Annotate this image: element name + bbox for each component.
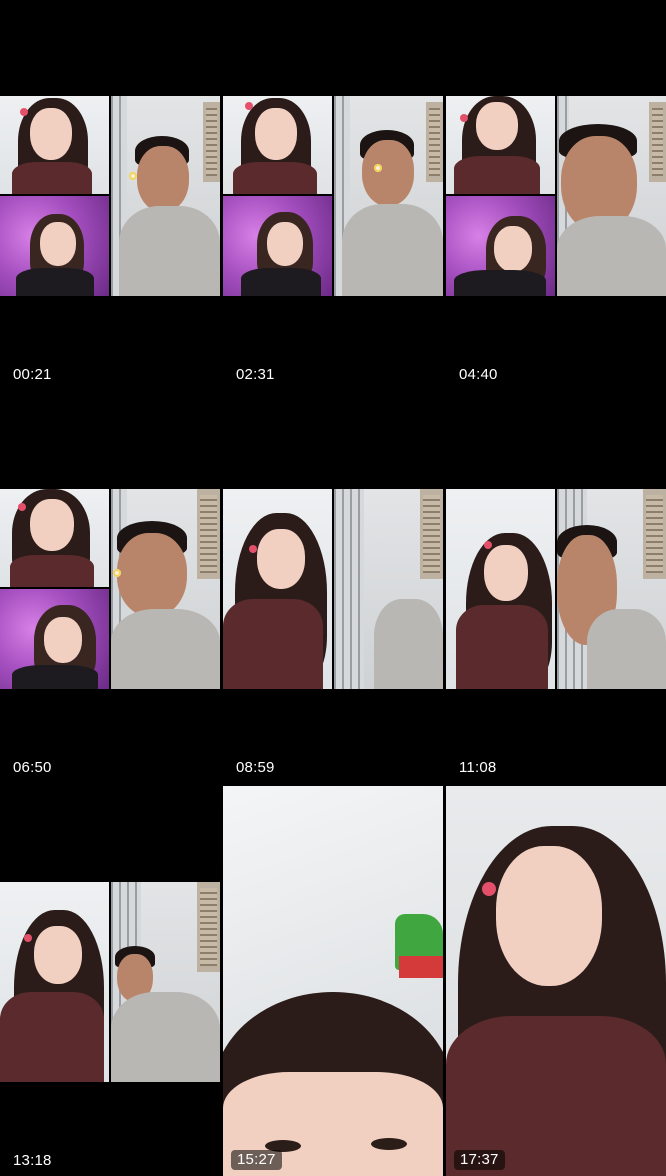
thumbnail-timestamp: 04:40 <box>459 366 498 383</box>
video-tile-girl <box>446 96 555 194</box>
flower-icon <box>113 569 121 577</box>
thumbnail-7[interactable]: 13:18 <box>0 786 220 1176</box>
flower-icon <box>24 934 32 942</box>
video-tile-girl <box>0 96 109 194</box>
red-box <box>399 956 443 978</box>
video-tile-girl <box>0 489 109 587</box>
thumbnail-4[interactable]: 06:50 <box>0 393 220 783</box>
thumbnail-timestamp: 15:27 <box>231 1150 282 1170</box>
video-tile-boy <box>334 96 443 296</box>
video-frame-grid: 00:21 02:31 04:40 06:50 08:59 11:08 13:1… <box>0 0 666 1176</box>
thumbnail-timestamp: 17:37 <box>454 1150 505 1170</box>
thumbnail-5[interactable]: 08:59 <box>223 393 443 783</box>
video-tile-girl-purple <box>446 196 555 296</box>
right-eye <box>371 1138 407 1150</box>
video-tile-girl <box>223 489 332 689</box>
thumbnail-timestamp: 02:31 <box>236 366 275 383</box>
thumbnail-3[interactable]: 04:40 <box>446 0 666 390</box>
video-tile-girl <box>446 489 555 689</box>
video-tile-girl-purple <box>223 196 332 296</box>
thumbnail-1[interactable]: 00:21 <box>0 0 220 390</box>
video-tile-boy <box>111 96 220 296</box>
flower-icon <box>460 114 468 122</box>
video-tile-boy <box>334 489 443 689</box>
rose-icon <box>482 882 496 896</box>
video-tile-boy <box>111 489 220 689</box>
thumbnail-2[interactable]: 02:31 <box>223 0 443 390</box>
thumbnail-9[interactable]: 17:37 <box>446 786 666 1176</box>
flower-icon <box>484 541 492 549</box>
flower-icon <box>129 172 137 180</box>
flower-icon <box>374 164 382 172</box>
flower-icon <box>20 108 28 116</box>
video-tile-girl <box>223 96 332 194</box>
thumbnail-timestamp: 13:18 <box>13 1152 52 1169</box>
thumbnail-timestamp: 11:08 <box>459 759 497 776</box>
flower-icon <box>245 102 253 110</box>
flower-icon <box>249 545 257 553</box>
video-tile-girl-purple <box>0 589 109 689</box>
flower-icon <box>18 503 26 511</box>
thumbnail-timestamp: 06:50 <box>13 759 52 776</box>
video-tile-girl <box>0 882 109 1082</box>
thumbnail-8[interactable]: 15:27 <box>223 786 443 1176</box>
thumbnail-6[interactable]: 11:08 <box>446 393 666 783</box>
video-tile-boy <box>557 489 666 689</box>
video-tile-boy <box>111 882 220 1082</box>
video-tile-girl-purple <box>0 196 109 296</box>
thumbnail-timestamp: 08:59 <box>236 759 275 776</box>
thumbnail-timestamp: 00:21 <box>13 366 52 383</box>
video-tile-boy <box>557 96 666 296</box>
face <box>496 846 602 986</box>
